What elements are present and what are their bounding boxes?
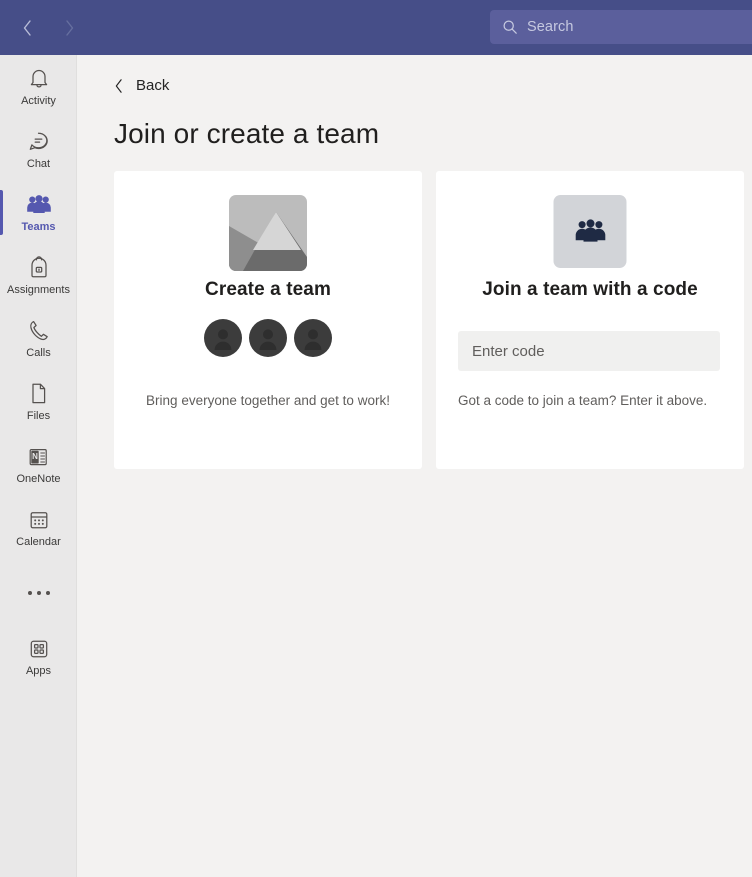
card-title: Join a team with a code [482, 279, 698, 300]
sidebar-item-onenote[interactable]: N OneNote [0, 433, 77, 496]
search-box[interactable]: Search [490, 10, 752, 44]
apps-grid-icon [28, 636, 50, 662]
ellipsis-icon-dot [36, 591, 41, 595]
sidebar-item-assignments[interactable]: Assignments [0, 244, 77, 307]
person-silhouette-icon [304, 329, 322, 350]
sidebar-item-label: Teams [21, 220, 56, 233]
avatar [249, 319, 287, 357]
enter-code-input[interactable] [458, 331, 720, 371]
sidebar-item-label: Activity [21, 94, 56, 107]
search-icon [503, 20, 517, 34]
rail-spacer [0, 559, 76, 569]
file-icon [29, 381, 48, 407]
ellipsis-icon-dot [45, 591, 50, 595]
sidebar-item-calendar[interactable]: Calendar [0, 496, 77, 559]
calendar-icon [28, 507, 50, 533]
sidebar-item-label: Calls [26, 346, 51, 359]
card-hint: Got a code to join a team? Enter it abov… [458, 393, 708, 408]
sidebar-item-calls[interactable]: Calls [0, 307, 77, 370]
back-button[interactable]: Back [113, 77, 169, 94]
sidebar-item-label: OneNote [16, 472, 61, 485]
main-content: Back Join or create a team Create a team [78, 55, 752, 877]
create-team-card[interactable]: Create a team Bring everyone together an… [114, 171, 422, 469]
sidebar-item-teams[interactable]: Teams [0, 181, 77, 244]
people-group-icon-tile [553, 195, 627, 268]
ellipsis-icon-dot [27, 591, 32, 595]
backpack-icon [29, 255, 49, 281]
sidebar-item-label: Files [26, 409, 51, 422]
sidebar-item-activity[interactable]: Activity [0, 55, 77, 118]
people-icon [26, 192, 52, 218]
card-title: Create a team [205, 279, 331, 300]
image-placeholder-icon [229, 195, 307, 271]
person-silhouette-icon [214, 329, 232, 350]
chat-icon [27, 129, 50, 155]
title-bar: Search [0, 0, 752, 55]
sidebar-item-label: Chat [26, 157, 51, 170]
svg-text:N: N [32, 452, 38, 461]
page-title: Join or create a team [114, 118, 380, 149]
card-subtitle: Bring everyone together and get to work! [146, 393, 390, 408]
app-rail: Activity Chat Teams Assignments Calls Fi… [0, 55, 77, 877]
people-group-icon [575, 219, 605, 242]
sidebar-item-files[interactable]: Files [0, 370, 77, 433]
avatar [294, 319, 332, 357]
more-apps-button[interactable] [0, 569, 77, 617]
chevron-left-icon [23, 19, 31, 36]
navigation-arrows [14, 15, 82, 41]
bell-icon [28, 66, 50, 92]
sidebar-item-label: Assignments [7, 283, 70, 296]
avatar [204, 319, 242, 357]
phone-icon [28, 318, 50, 344]
chevron-left-icon [115, 78, 122, 93]
team-option-cards: Create a team Bring everyone together an… [114, 171, 744, 469]
search-placeholder: Search [527, 19, 574, 35]
join-team-card[interactable]: Join a team with a code Got a code to jo… [436, 171, 744, 469]
sidebar-item-label: Calendar [16, 535, 61, 548]
forward-nav-button[interactable] [56, 15, 82, 41]
sidebar-item-label: Apps [25, 664, 52, 677]
sidebar-item-apps[interactable]: Apps [0, 625, 77, 688]
chevron-right-icon [65, 19, 73, 36]
avatar-group [114, 319, 422, 357]
back-label: Back [136, 77, 170, 94]
sidebar-item-chat[interactable]: Chat [0, 118, 77, 181]
back-nav-button[interactable] [14, 15, 40, 41]
onenote-icon: N [27, 444, 50, 470]
person-silhouette-icon [259, 329, 277, 350]
